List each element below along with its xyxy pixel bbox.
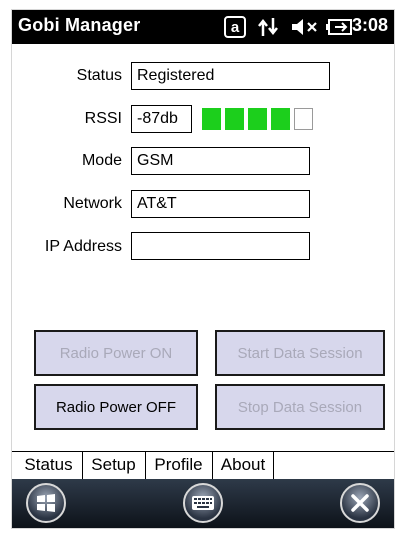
tab-about[interactable]: About: [212, 452, 274, 479]
signal-bar: [202, 108, 221, 130]
status-bar: Gobi Manager a 3:08: [12, 10, 394, 44]
svg-text:a: a: [231, 19, 240, 36]
mode-label: Mode: [81, 152, 122, 169]
keyboard-icon: [192, 496, 214, 510]
close-button[interactable]: [340, 483, 380, 523]
start-data-session-button[interactable]: Start Data Session: [215, 330, 385, 376]
ip-address-field[interactable]: [131, 232, 310, 260]
network-field[interactable]: AT&T: [131, 190, 310, 218]
bottom-navigation-bar: [12, 479, 394, 528]
close-icon: [351, 494, 369, 512]
status-field[interactable]: Registered: [131, 62, 330, 90]
windows-start-button[interactable]: [26, 483, 66, 523]
tab-bar: Status Setup Profile About: [12, 451, 394, 480]
clock-time: 3:08: [351, 15, 388, 35]
stop-data-session-button[interactable]: Stop Data Session: [215, 384, 385, 430]
signal-bar: [294, 108, 313, 130]
rssi-field[interactable]: -87db: [131, 105, 192, 133]
keyboard-button[interactable]: [183, 483, 223, 523]
tab-profile[interactable]: Profile: [145, 452, 211, 479]
signal-bar: [248, 108, 267, 130]
mode-field[interactable]: GSM: [131, 147, 310, 175]
radio-power-off-button[interactable]: Radio Power OFF: [34, 384, 198, 430]
battery-charging-icon: [326, 19, 352, 35]
data-transfer-icon: [258, 18, 278, 36]
status-label: Status: [76, 67, 122, 84]
tab-status[interactable]: Status: [16, 452, 81, 479]
windows-start-icon: [37, 494, 55, 512]
tab-setup[interactable]: Setup: [82, 452, 144, 479]
signal-strength-meter: [202, 108, 313, 130]
signal-bar: [225, 108, 244, 130]
network-label: Network: [63, 195, 122, 212]
speaker-muted-icon: [292, 19, 317, 35]
app-title: Gobi Manager: [18, 15, 141, 35]
ip-address-label: IP Address: [44, 238, 122, 255]
a-key-icon: a: [224, 16, 246, 38]
rssi-label: RSSI: [84, 110, 122, 127]
device-screen: Gobi Manager a 3:08 Status Registered RS…: [12, 10, 394, 528]
radio-power-on-button[interactable]: Radio Power ON: [34, 330, 198, 376]
signal-bar: [271, 108, 290, 130]
